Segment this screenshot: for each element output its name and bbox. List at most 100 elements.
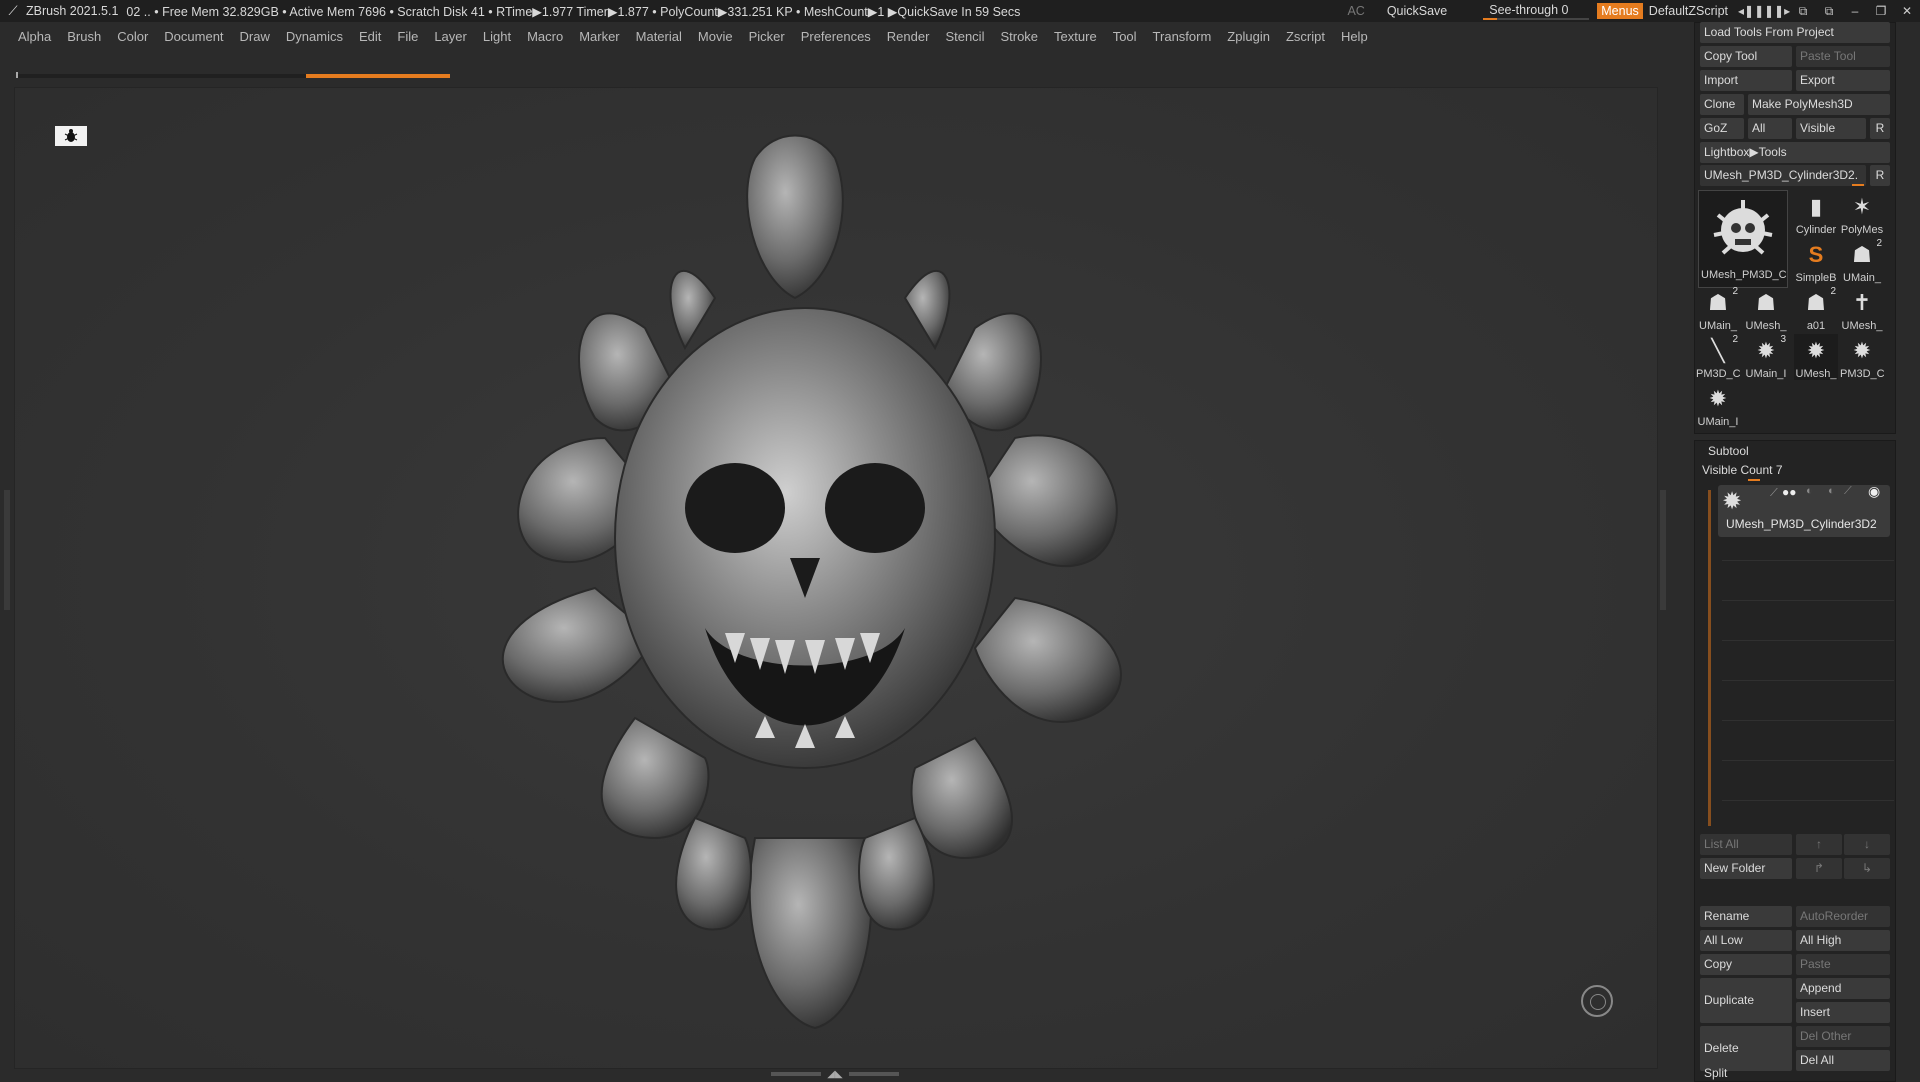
make-polymesh-button[interactable]: Make PolyMesh3D (1748, 94, 1890, 115)
split-section-header[interactable]: Split (1704, 1066, 1727, 1080)
menu-marker[interactable]: Marker (579, 29, 619, 44)
list-all-button[interactable]: List All (1700, 834, 1792, 855)
export-button[interactable]: Export (1796, 70, 1890, 91)
subtool-item[interactable]: ✹ ⟋ ●● ◐ ◐ ⟋ ◉ UMesh_PM3D_Cylinder3D2 (1718, 483, 1890, 537)
left-tray-handle[interactable] (4, 490, 10, 610)
menu-preferences[interactable]: Preferences (801, 29, 871, 44)
tool-thumb-umain-2[interactable]: 2 ☗ UMain_ (1696, 286, 1740, 332)
goz-r-button[interactable]: R (1870, 118, 1890, 139)
subtool-polypaint-icon[interactable]: ◐ (1806, 485, 1813, 497)
navigation-icon[interactable] (55, 126, 87, 146)
window-swap-icon[interactable]: ⧉ (1790, 4, 1816, 19)
menu-render[interactable]: Render (887, 29, 930, 44)
rename-button[interactable]: Rename (1700, 906, 1792, 927)
active-tool-thumbnail[interactable]: UMesh_PM3D_C (1698, 190, 1788, 288)
goz-button[interactable]: GoZ (1700, 118, 1744, 139)
menu-tool[interactable]: Tool (1113, 29, 1137, 44)
menu-edit[interactable]: Edit (359, 29, 381, 44)
autoreorder-button[interactable]: AutoReorder (1796, 906, 1890, 927)
subtool-header[interactable]: Subtool (1708, 444, 1749, 458)
eye-icon[interactable]: ◉ (1868, 483, 1880, 500)
subtool-paint-icon[interactable]: ⟋ (1844, 485, 1852, 498)
folder-up-icon[interactable]: ↱ (1796, 858, 1842, 879)
tool-thumb-umesh-skull[interactable]: ✹ UMesh_ (1794, 334, 1838, 380)
menu-stroke[interactable]: Stroke (1000, 29, 1038, 44)
del-all-button[interactable]: Del All (1796, 1050, 1890, 1071)
menu-material[interactable]: Material (636, 29, 682, 44)
bottom-tray-handle[interactable]: ◢◣ (770, 1069, 900, 1080)
tool-thumb-pm3d[interactable]: 2 ╲ PM3D_C (1696, 334, 1740, 380)
menu-picker[interactable]: Picker (749, 29, 785, 44)
layout-right-icon[interactable]: ❚❚▸ (1764, 4, 1790, 18)
tool-thumb-simplebrush[interactable]: S SimpleB (1794, 238, 1838, 284)
sculpted-skull-model[interactable] (455, 118, 1155, 1048)
document-canvas[interactable] (14, 87, 1658, 1069)
menu-movie[interactable]: Movie (698, 29, 733, 44)
tool-thumb-cylinder[interactable]: ▮ Cylinder (1794, 190, 1838, 236)
menu-zscript[interactable]: Zscript (1286, 29, 1325, 44)
window-restore-icon[interactable]: ⧉ (1816, 4, 1842, 19)
goz-visible-button[interactable]: Visible (1796, 118, 1866, 139)
all-low-button[interactable]: All Low (1700, 930, 1792, 951)
tool-thumb-umesh[interactable]: ☗ UMesh_ (1744, 286, 1788, 332)
menu-dynamics[interactable]: Dynamics (286, 29, 343, 44)
menu-brush[interactable]: Brush (67, 29, 101, 44)
current-tool-slider[interactable]: UMesh_PM3D_Cylinder3D2. (1700, 165, 1866, 186)
tool-thumb-umain-i[interactable]: 3 ✹ UMain_I (1744, 334, 1788, 380)
menu-draw[interactable]: Draw (240, 29, 270, 44)
menu-stencil[interactable]: Stencil (945, 29, 984, 44)
default-zscript-button[interactable]: DefaultZScript (1649, 4, 1728, 18)
tool-thumb-pm3d-skull[interactable]: ✹ PM3D_C (1840, 334, 1884, 380)
paste-button[interactable]: Paste (1796, 954, 1890, 975)
clone-button[interactable]: Clone (1700, 94, 1744, 115)
delete-button[interactable]: Delete (1700, 1026, 1792, 1071)
move-up-icon[interactable]: ↑ (1796, 834, 1842, 855)
menus-toggle[interactable]: Menus (1597, 3, 1643, 19)
tool-thumb-umain-i-2[interactable]: ✹ UMain_I (1696, 382, 1740, 428)
menu-color[interactable]: Color (117, 29, 148, 44)
subtool-lock-icon[interactable]: ◐ (1828, 485, 1835, 497)
insert-button[interactable]: Insert (1796, 1002, 1890, 1023)
tool-thumb-a01[interactable]: 2 ☗ a01 (1794, 286, 1838, 332)
subtool-brush-icon[interactable]: ⟋ (1770, 487, 1778, 500)
right-tray-handle[interactable] (1660, 490, 1666, 610)
minimize-icon[interactable]: – (1842, 4, 1868, 18)
visible-count-slider[interactable]: Visible Count 7 (1702, 463, 1783, 477)
menu-transform[interactable]: Transform (1153, 29, 1212, 44)
menu-layer[interactable]: Layer (434, 29, 467, 44)
close-icon[interactable]: ✕ (1894, 4, 1920, 18)
menu-texture[interactable]: Texture (1054, 29, 1097, 44)
append-button[interactable]: Append (1796, 978, 1890, 999)
del-other-button[interactable]: Del Other (1796, 1026, 1890, 1047)
menu-zplugin[interactable]: Zplugin (1227, 29, 1270, 44)
subtool-toggle-icon[interactable]: ●● (1782, 485, 1797, 499)
new-folder-button[interactable]: New Folder (1700, 858, 1792, 879)
layout-left-icon[interactable]: ◂❚❚ (1738, 4, 1764, 18)
goz-all-button[interactable]: All (1748, 118, 1792, 139)
tool-r-button[interactable]: R (1870, 165, 1890, 186)
menu-document[interactable]: Document (164, 29, 223, 44)
move-down-icon[interactable]: ↓ (1844, 834, 1890, 855)
tool-thumb-polymesh[interactable]: ✶ PolyMes (1840, 190, 1884, 236)
maximize-icon[interactable]: ❐ (1868, 4, 1894, 18)
quicksave-button[interactable]: QuickSave (1387, 4, 1447, 18)
copy-button[interactable]: Copy (1700, 954, 1792, 975)
menu-macro[interactable]: Macro (527, 29, 563, 44)
lightbox-tools-button[interactable]: Lightbox▶Tools (1700, 142, 1890, 163)
folder-down-icon[interactable]: ↳ (1844, 858, 1890, 879)
seethrough-slider[interactable]: See-through 0 (1481, 2, 1591, 20)
all-high-button[interactable]: All High (1796, 930, 1890, 951)
tool-thumb-umain[interactable]: 2 ☗ UMain_ (1840, 238, 1884, 284)
tool-thumb-umesh-cross[interactable]: ✝ UMesh_ (1840, 286, 1884, 332)
subtool-list[interactable] (1708, 490, 1896, 826)
copy-tool-button[interactable]: Copy Tool (1700, 46, 1792, 67)
paste-tool-button[interactable]: Paste Tool (1796, 46, 1890, 67)
ac-button[interactable]: AC (1347, 4, 1364, 18)
menu-help[interactable]: Help (1341, 29, 1368, 44)
import-button[interactable]: Import (1700, 70, 1792, 91)
load-tools-button[interactable]: Load Tools From Project (1700, 22, 1890, 43)
gyro-orbit-icon[interactable] (1581, 985, 1613, 1017)
menu-light[interactable]: Light (483, 29, 511, 44)
duplicate-button[interactable]: Duplicate (1700, 978, 1792, 1023)
menu-alpha[interactable]: Alpha (18, 29, 51, 44)
